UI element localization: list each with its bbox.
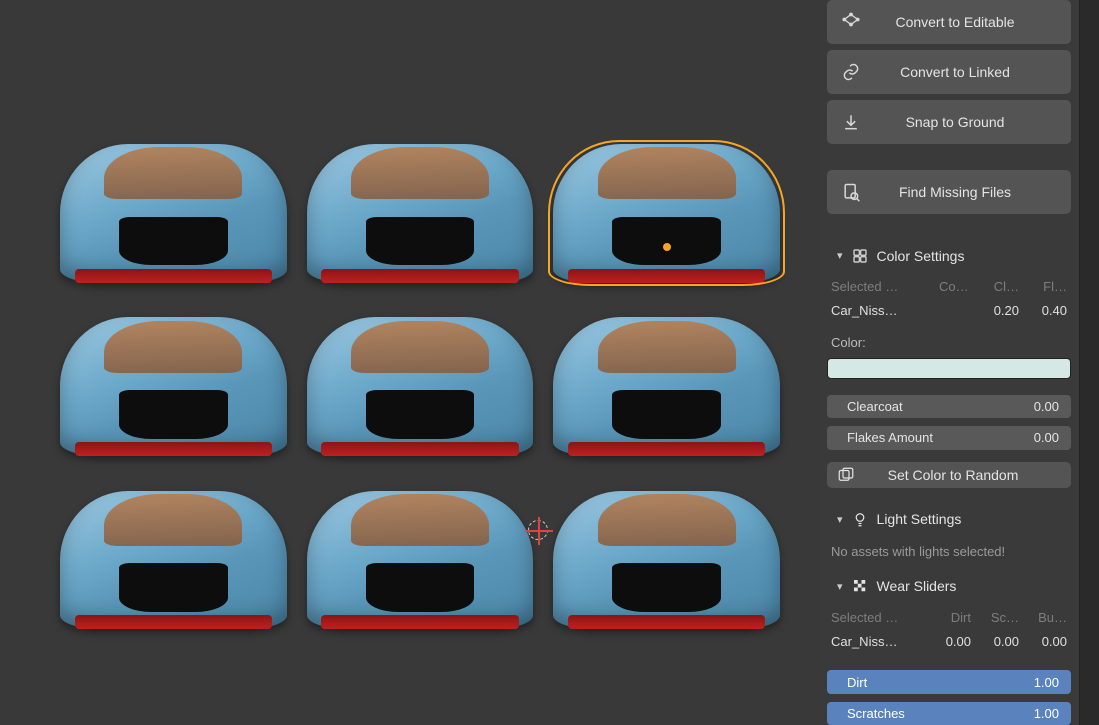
wear-sliders-header[interactable]: ▾ Wear Sliders: [819, 571, 1079, 599]
cell-name: Car_Niss…: [831, 303, 935, 318]
dice-icon: [837, 466, 855, 484]
chevron-down-icon: ▾: [837, 249, 843, 262]
table-row[interactable]: Car_Niss… 0.00 0.00 0.00: [827, 629, 1071, 653]
car-instance-selected[interactable]: [543, 130, 790, 303]
color-settings-header[interactable]: ▾ Color Settings: [819, 241, 1079, 269]
col-selected: Selected …: [831, 279, 935, 294]
clearcoat-slider[interactable]: Clearcoat 0.00: [827, 395, 1071, 418]
color-picker[interactable]: [827, 358, 1071, 380]
palette-icon: [851, 247, 869, 265]
color-label: Color:: [819, 329, 1079, 352]
car-grid: [50, 130, 790, 650]
table-row[interactable]: Car_Niss… 0.20 0.40: [827, 299, 1071, 323]
cell-flakes: 0.40: [1023, 303, 1067, 318]
mesh-convert-icon: [837, 12, 865, 32]
chevron-down-icon: ▾: [837, 580, 843, 593]
scratches-slider[interactable]: Scratches 1.00: [827, 702, 1071, 725]
viewport-3d[interactable]: [0, 0, 819, 725]
find-missing-button[interactable]: Find Missing Files: [827, 170, 1071, 214]
cell-clear: 0.20: [975, 303, 1019, 318]
slider-value: 0.00: [1034, 430, 1059, 445]
button-label: Convert to Editable: [877, 14, 1061, 30]
link-icon: [837, 62, 865, 82]
col-bumps: Bu…: [1023, 610, 1067, 625]
cell-scratches: 0.00: [975, 634, 1019, 649]
cell-bumps: 0.00: [1023, 634, 1067, 649]
section-title: Light Settings: [877, 511, 962, 527]
color-table: Selected … Co… Cl… Fl… Car_Niss… 0.20 0.…: [827, 275, 1071, 323]
slider-value: 0.00: [1034, 399, 1059, 414]
checker-icon: [851, 577, 869, 595]
light-empty-text: No assets with lights selected!: [819, 538, 1079, 565]
button-label: Convert to Linked: [877, 64, 1061, 80]
car-instance[interactable]: [297, 303, 544, 476]
slider-label: Dirt: [847, 675, 867, 690]
car-instance[interactable]: [543, 477, 790, 650]
set-color-random-button[interactable]: Set Color to Random: [827, 462, 1071, 489]
car-instance[interactable]: [543, 303, 790, 476]
cursor-3d-icon: [528, 520, 548, 540]
col-selected: Selected …: [831, 610, 923, 625]
col-flakes: Fl…: [1023, 279, 1067, 294]
col-dirt: Dirt: [927, 610, 971, 625]
car-instance[interactable]: [50, 130, 297, 303]
convert-linked-button[interactable]: Convert to Linked: [827, 50, 1071, 94]
chevron-down-icon: ▾: [837, 513, 843, 526]
light-settings-header[interactable]: ▾ Light Settings: [819, 504, 1079, 532]
car-instance[interactable]: [50, 477, 297, 650]
section-title: Wear Sliders: [877, 578, 957, 594]
dirt-slider[interactable]: Dirt 1.00: [827, 670, 1071, 693]
cell-dirt: 0.00: [927, 634, 971, 649]
slider-label: Flakes Amount: [847, 430, 933, 445]
button-label: Set Color to Random: [865, 467, 1061, 483]
button-label: Find Missing Files: [877, 184, 1061, 200]
slider-label: Scratches: [847, 706, 905, 721]
snap-ground-button[interactable]: Snap to Ground: [827, 100, 1071, 144]
table-header: Selected … Co… Cl… Fl…: [827, 275, 1071, 299]
button-label: Snap to Ground: [877, 114, 1061, 130]
slider-label: Clearcoat: [847, 399, 903, 414]
convert-editable-button[interactable]: Convert to Editable: [827, 0, 1071, 44]
lightbulb-icon: [851, 510, 869, 528]
table-header: Selected … Dirt Sc… Bu…: [827, 605, 1071, 629]
section-title: Color Settings: [877, 248, 965, 264]
col-clearcoat: Cl…: [975, 279, 1019, 294]
download-icon: [837, 112, 865, 132]
search-file-icon: [837, 182, 865, 202]
col-scratches: Sc…: [975, 610, 1019, 625]
cell-name: Car_Niss…: [831, 634, 923, 649]
slider-value: 1.00: [1034, 675, 1059, 690]
col-color: Co…: [939, 279, 971, 294]
flakes-slider[interactable]: Flakes Amount 0.00: [827, 426, 1071, 449]
slider-value: 1.00: [1034, 706, 1059, 721]
car-instance[interactable]: [297, 477, 544, 650]
car-instance[interactable]: [297, 130, 544, 303]
car-instance[interactable]: [50, 303, 297, 476]
side-panel: Convert to Editable Convert to Linked Sn…: [819, 0, 1079, 725]
wear-table: Selected … Dirt Sc… Bu… Car_Niss… 0.00 0…: [827, 605, 1071, 653]
right-tab-strip[interactable]: [1079, 0, 1099, 725]
